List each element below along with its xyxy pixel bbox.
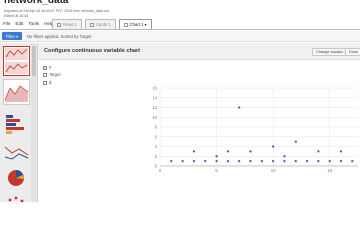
data-point	[272, 160, 275, 163]
thumbnail-line[interactable]	[3, 139, 30, 165]
thumbnail-pie[interactable]	[3, 167, 30, 189]
data-point	[215, 155, 218, 158]
y-tick-label: 4	[155, 144, 158, 149]
x-tick-label: 0	[159, 168, 162, 173]
option-dollar[interactable]: $	[43, 80, 51, 85]
y-tick-label: 16	[152, 86, 157, 91]
data-point	[283, 160, 286, 163]
data-point	[215, 160, 218, 163]
tab-divider	[0, 29, 360, 30]
data-point	[339, 160, 343, 163]
option-hash-label: #	[49, 65, 52, 70]
filter-status: No filters applied. Sorted by Target	[27, 34, 92, 39]
data-point	[317, 150, 320, 153]
option-target[interactable]: Target	[43, 72, 61, 77]
scatter-chart: 0 2 4 6 8 10 12 14 16 0 5 10 15	[152, 86, 358, 173]
option-hash-checkbox[interactable]: ✓	[43, 65, 47, 70]
done-button[interactable]: Done	[345, 48, 360, 56]
sidebar-scroll-thumb[interactable]	[31, 46, 36, 76]
tab-rows-label: Rows 1	[63, 22, 77, 27]
panel-title: Configure continuous variable chart	[44, 48, 141, 54]
y-tick-label: 2	[155, 154, 158, 159]
data-point	[181, 160, 184, 163]
x-tick-label: 5	[215, 168, 218, 173]
thumbnail-area[interactable]	[3, 79, 30, 105]
option-dollar-label: $	[49, 80, 52, 85]
y-tick-label: 12	[152, 105, 157, 110]
data-point	[192, 160, 196, 163]
data-point	[238, 106, 241, 109]
data-point	[238, 160, 241, 163]
pie-chart-icon	[8, 170, 25, 186]
scatter-line-icon	[5, 48, 28, 74]
area-chart-icon	[4, 85, 29, 102]
cards-icon	[89, 22, 94, 27]
data-point	[170, 160, 173, 163]
rows-icon	[57, 22, 61, 27]
data-point	[294, 140, 297, 143]
tab-rows[interactable]: Rows 1	[52, 19, 82, 29]
data-point	[204, 160, 207, 163]
chart-icon	[123, 22, 128, 27]
menu-tools[interactable]: Tools	[28, 21, 39, 26]
menu-bar: File Edit Tools Help	[3, 21, 54, 26]
data-point	[272, 145, 275, 148]
data-point	[328, 160, 331, 163]
data-point	[339, 150, 343, 153]
import-info: Imported at Sat Apr 16 16:40:07 PDT 2016…	[4, 9, 110, 13]
done-button-label: Done	[349, 50, 359, 54]
thumbnail-bar[interactable]	[3, 109, 30, 137]
data-point	[283, 155, 286, 158]
line-chart-icon	[4, 146, 29, 160]
data-point	[305, 160, 309, 163]
y-tick-label: 0	[155, 164, 158, 169]
tab-chart[interactable]: Chart 1 ▾	[118, 19, 152, 29]
menu-edit[interactable]: Edit	[15, 21, 23, 26]
option-target-label: Target	[49, 72, 61, 77]
option-hash[interactable]: ✓ #	[43, 65, 51, 70]
data-point	[294, 160, 297, 163]
dot-chart-icon	[8, 196, 24, 203]
option-target-checkbox[interactable]	[43, 72, 47, 77]
menu-file[interactable]: File	[3, 21, 10, 26]
option-dollar-checkbox[interactable]	[43, 80, 47, 85]
y-tick-label: 14	[152, 95, 157, 100]
tab-cards[interactable]: Cards 1	[84, 19, 116, 29]
x-tick-label: 15	[327, 168, 332, 173]
x-tick-label: 10	[271, 168, 276, 173]
y-tick-label: 6	[155, 134, 158, 139]
tab-cards-label: Cards 1	[95, 22, 111, 27]
tab-chart-label: Chart 1 ▾	[129, 22, 147, 27]
data-point	[226, 150, 229, 153]
data-point	[351, 160, 354, 163]
data-point	[249, 150, 252, 153]
edit-info: Edited at 16:44	[4, 14, 29, 18]
data-point	[249, 160, 252, 163]
y-tick-label: 10	[152, 115, 157, 120]
bar-chart-icon	[6, 115, 24, 134]
data-point	[260, 160, 263, 163]
data-point	[192, 150, 196, 153]
app-title: network_data	[4, 0, 69, 6]
data-point	[317, 160, 320, 163]
y-tick-label: 8	[155, 125, 158, 130]
data-point	[226, 160, 229, 163]
change-visualization-label: Change visualiz...	[316, 50, 346, 54]
tab-strip: Rows 1 Cards 1 Chart 1 ▾	[52, 19, 152, 29]
filter-button[interactable]: Filter ▾	[2, 32, 22, 40]
thumbnail-scatter-line[interactable]	[3, 46, 30, 76]
thumbnail-dots[interactable]	[3, 193, 30, 205]
filter-button-label: Filter ▾	[5, 33, 19, 39]
